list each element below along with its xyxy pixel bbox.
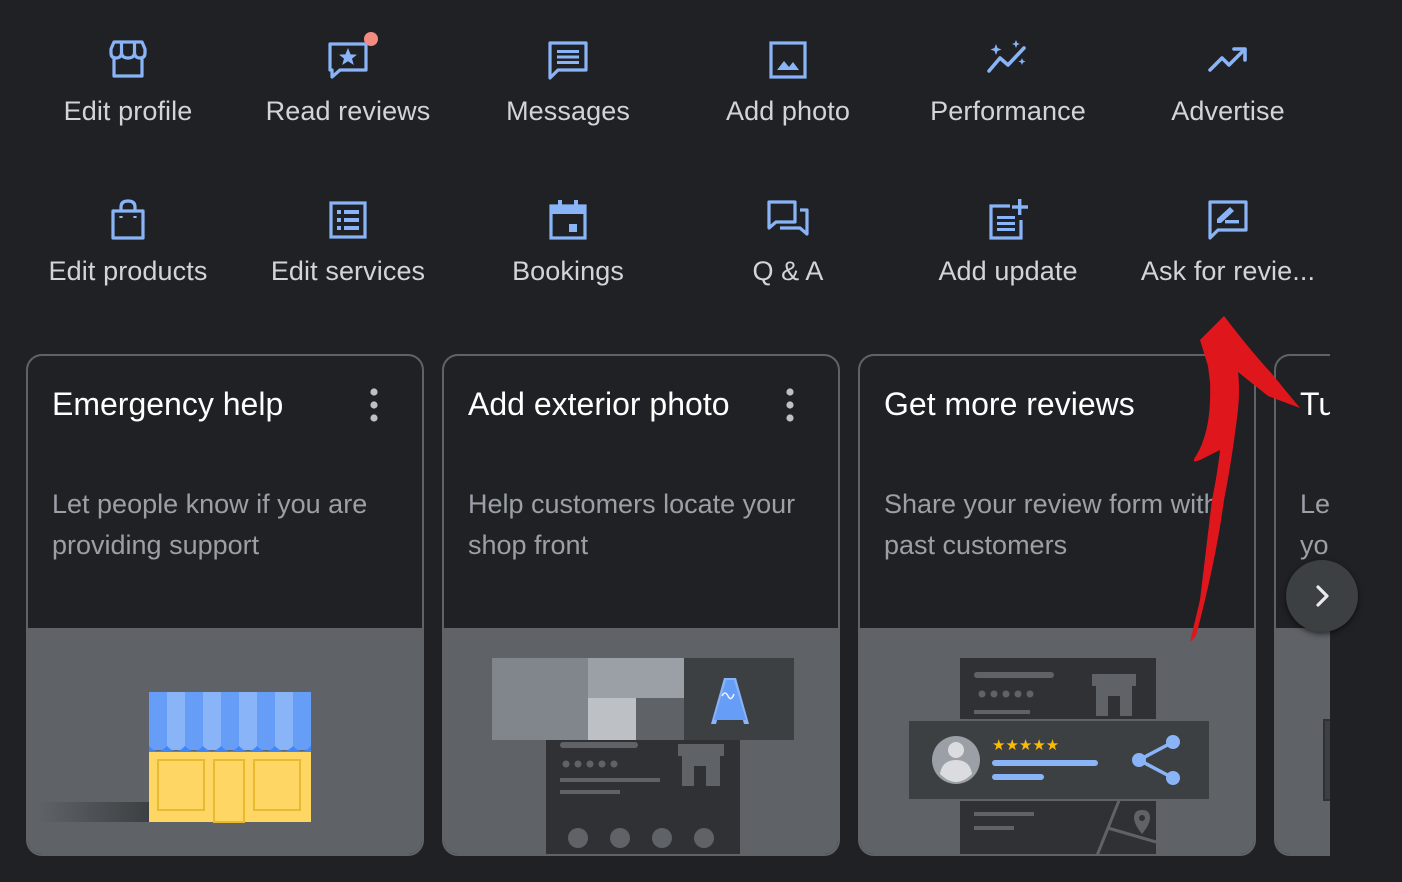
qa-button[interactable]: Q & A: [678, 184, 898, 294]
post-add-icon: [986, 198, 1030, 242]
edit-products-label: Edit products: [48, 256, 208, 286]
edit-products-button[interactable]: Edit products: [18, 184, 238, 294]
advertise-label: Advertise: [1171, 96, 1285, 126]
add-update-button[interactable]: Add update: [898, 184, 1118, 294]
card-description: Let people know if you are providing sup…: [52, 489, 368, 560]
performance-sparkle-icon: [986, 38, 1030, 82]
notification-dot: [364, 32, 378, 46]
rate-review-icon: [1206, 198, 1250, 242]
edit-services-label: Edit services: [270, 256, 426, 286]
add-update-label: Add update: [938, 256, 1078, 286]
shopping-bag-icon: [106, 198, 150, 242]
trending-up-icon: [1206, 38, 1250, 82]
ask-for-review-label: Ask for revie...: [1140, 256, 1316, 286]
bookings-button[interactable]: Bookings: [458, 184, 678, 294]
storefront-icon: [106, 38, 150, 82]
svg-text:★★★★★: ★★★★★: [992, 736, 1059, 754]
card-title: Emergency help: [52, 386, 284, 422]
photo-icon: [766, 38, 810, 82]
card-title: Add exterior photo: [468, 386, 730, 422]
card-get-more-reviews[interactable]: Get more reviews Share your review form …: [858, 354, 1256, 856]
more-options-icon[interactable]: [774, 386, 806, 424]
read-reviews-button[interactable]: Read reviews: [238, 24, 458, 134]
card-title: Tu: [1300, 386, 1330, 422]
messages-label: Messages: [506, 96, 630, 126]
ask-for-review-button[interactable]: Ask for revie...: [1118, 184, 1338, 294]
review-star-icon: [326, 32, 378, 82]
card-description: Le yo: [1300, 489, 1330, 560]
carousel-next-button[interactable]: [1286, 560, 1358, 632]
list-icon: [326, 198, 370, 242]
card-illustration: [1276, 628, 1330, 854]
performance-label: Performance: [930, 96, 1086, 126]
suggestion-cards-carousel: Emergency help Let people know if you ar…: [26, 354, 1330, 858]
add-photo-button[interactable]: Add photo: [678, 24, 898, 134]
advertise-button[interactable]: Advertise: [1118, 24, 1338, 134]
card-description: Share your review form with past custome…: [884, 489, 1219, 560]
chevron-right-icon: [1316, 585, 1329, 607]
storefront-illustration: [28, 628, 422, 854]
bookings-label: Bookings: [512, 256, 624, 286]
reviews-illustration: ★★★★★: [860, 628, 1254, 854]
forum-icon: [766, 198, 810, 242]
performance-button[interactable]: Performance: [898, 24, 1118, 134]
card-add-exterior-photo[interactable]: Add exterior photo Help customers locate…: [442, 354, 840, 856]
add-photo-label: Add photo: [725, 96, 850, 126]
business-dashboard: Edit profile Read reviews Messages Add p…: [0, 0, 1402, 882]
card-emergency-help[interactable]: Emergency help Let people know if you ar…: [26, 354, 424, 856]
messages-button[interactable]: Messages: [458, 24, 678, 134]
card-description: Help customers locate your shop front: [468, 489, 796, 560]
calendar-icon: [546, 198, 590, 242]
edit-profile-label: Edit profile: [63, 96, 193, 126]
more-options-icon[interactable]: [358, 386, 390, 424]
edit-profile-button[interactable]: Edit profile: [18, 24, 238, 134]
qa-label: Q & A: [752, 256, 824, 286]
message-icon: [546, 38, 590, 82]
read-reviews-label: Read reviews: [265, 96, 431, 126]
card-title: Get more reviews: [884, 386, 1135, 422]
exterior-photo-illustration: [444, 628, 838, 854]
edit-services-button[interactable]: Edit services: [238, 184, 458, 294]
